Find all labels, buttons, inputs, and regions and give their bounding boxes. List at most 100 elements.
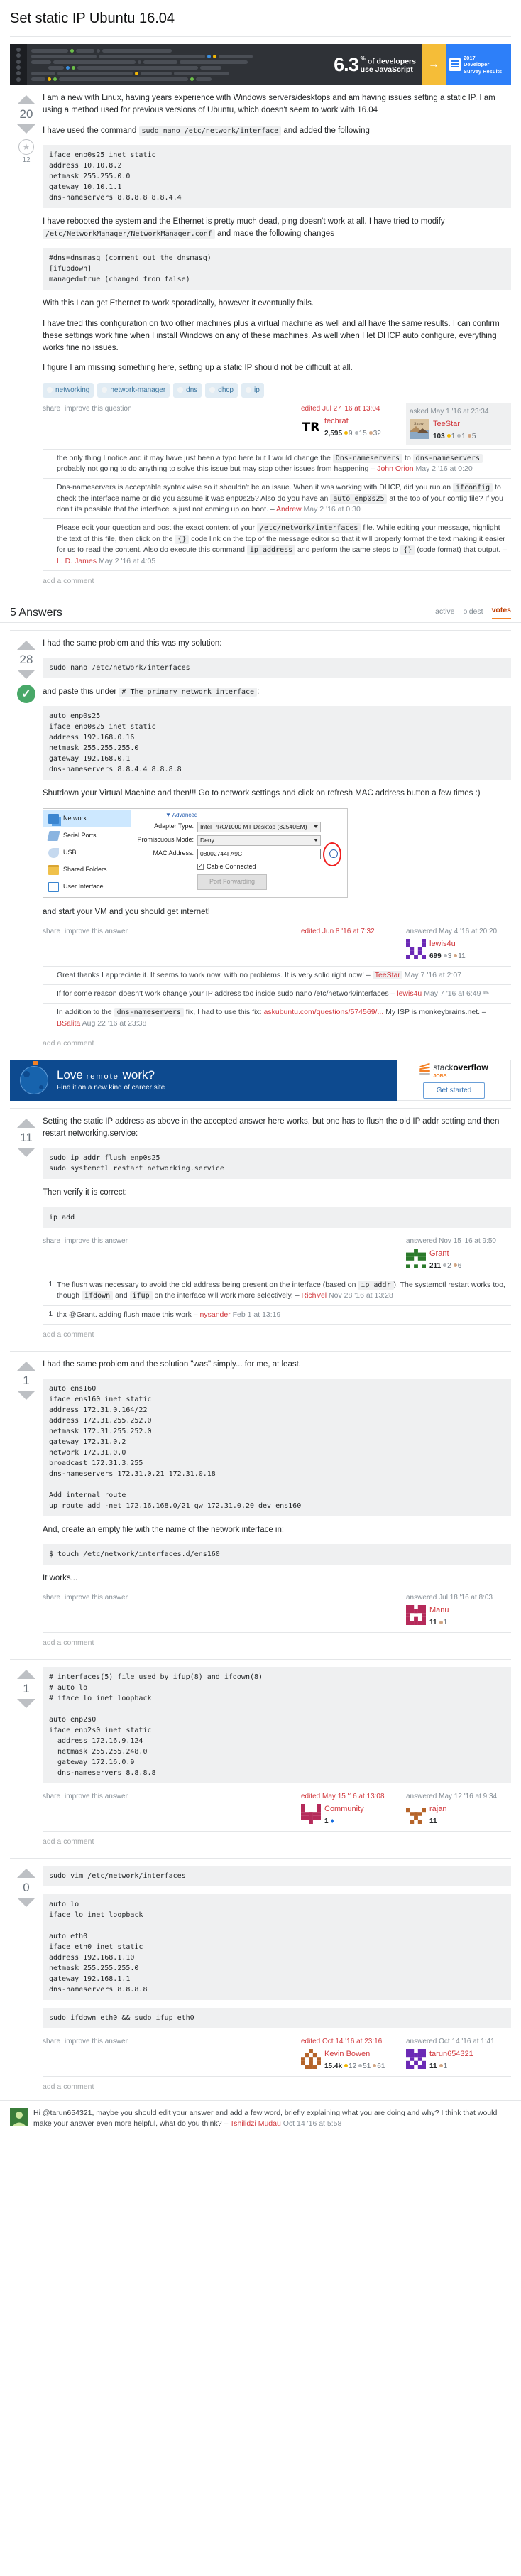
favorite-count: 12 — [22, 156, 31, 164]
share-link[interactable]: share — [43, 1237, 60, 1245]
share-link[interactable]: share — [43, 928, 60, 935]
vbox-nav-usb[interactable]: USB — [43, 844, 131, 862]
editor-username[interactable]: techraf — [324, 417, 349, 425]
vbox-select[interactable]: Deny — [197, 835, 321, 846]
svg-text:TR: TR — [302, 420, 320, 435]
downvote-button[interactable] — [17, 1147, 35, 1157]
cable-connected-checkbox[interactable]: ✓ — [197, 863, 204, 870]
chevron-down-icon — [314, 825, 318, 829]
vbox-nav-shared-folders[interactable]: Shared Folders — [43, 862, 131, 879]
comment-link[interactable]: askubuntu.com/questions/574569/... — [264, 1008, 384, 1016]
answer-actions: share improve this answer — [43, 2036, 301, 2047]
answer-editor-username[interactable]: Kevin Bowen — [324, 2050, 370, 2058]
comment-username[interactable]: RichVel — [302, 1291, 327, 1300]
comment-username[interactable]: nysander — [200, 1310, 231, 1319]
question-asker-card[interactable]: asked May 1 '16 at 23:34 Snow TeeStar 10… — [406, 403, 511, 445]
improve-answer-link[interactable]: improve this answer — [65, 1237, 128, 1245]
vbox-advanced-toggle[interactable]: ▼ Advanced — [165, 811, 343, 820]
upvote-button[interactable] — [17, 1118, 35, 1128]
add-comment-link[interactable]: add a comment — [43, 570, 511, 590]
add-comment-link[interactable]: add a comment — [43, 2075, 511, 2096]
answer-editor-card[interactable]: edited May 15 '16 at 13:08 Community 1 ♦ — [301, 1791, 406, 1827]
answer-author-card[interactable]: answered May 4 '16 at 20:20 lewis4u 699 3 11 — [406, 926, 511, 962]
answer-sort-tabs: active oldest votes — [435, 606, 511, 619]
avatar — [406, 1248, 426, 1268]
answer-author-username[interactable]: tarun654321 — [429, 2050, 473, 2058]
answer-author-username[interactable]: lewis4u — [429, 940, 456, 948]
vbox-nav-network[interactable]: Network — [43, 810, 131, 827]
answer-author-card[interactable]: answered Nov 15 '16 at 9:50 Grant 211 2 6 — [406, 1236, 511, 1271]
answer-author-username[interactable]: Grant — [429, 1249, 449, 1258]
downvote-button[interactable] — [17, 669, 35, 679]
upvote-button[interactable] — [17, 640, 35, 650]
tag-network-manager[interactable]: network-manager — [97, 382, 170, 398]
comment-text: My ISP is monkeybrains.net. – — [383, 1008, 486, 1017]
add-comment-link[interactable]: add a comment — [43, 1033, 511, 1053]
tag-ip[interactable]: ip — [241, 382, 264, 398]
answer-author-card[interactable]: answered Oct 14 '16 at 1:41 tarun654321 11… — [406, 2036, 511, 2072]
share-link[interactable]: share — [43, 1793, 60, 1800]
ad-survey-badge[interactable]: 2017 Developer Survey Results — [446, 44, 511, 85]
answer-author-card[interactable]: answered May 12 '16 at 9:34 rajan 11 — [406, 1791, 511, 1827]
add-comment-link[interactable]: add a comment — [43, 1323, 511, 1344]
vbox-nav-user-interface[interactable]: User Interface — [43, 879, 131, 896]
upvote-button[interactable] — [17, 1868, 35, 1878]
add-comment-link[interactable]: add a comment — [43, 1831, 511, 1851]
answer-code-block: sudo nano /etc/network/interfaces — [43, 658, 511, 679]
downvote-button[interactable] — [17, 1699, 35, 1709]
improve-answer-link[interactable]: improve this answer — [65, 1594, 128, 1602]
sort-tab-votes[interactable]: votes — [491, 606, 511, 619]
upvote-button[interactable] — [17, 1670, 35, 1680]
answer-paragraph: And, create an empty file with the name … — [43, 1525, 285, 1534]
rep-value: 15.4k — [324, 2062, 343, 2070]
answer-editor-timestamp: edited May 15 '16 at 13:08 — [301, 1793, 385, 1801]
comment-username[interactable]: BSalita — [57, 1019, 80, 1028]
answer-paragraph: I had the same problem and the solution … — [43, 1359, 301, 1369]
tag-dhcp[interactable]: dhcp — [205, 382, 238, 398]
favorite-star-icon[interactable]: ★ — [18, 139, 34, 155]
tag-networking[interactable]: networking — [43, 382, 94, 398]
comment-username[interactable]: lewis4u — [397, 989, 422, 998]
jobs-ad-banner[interactable]: Love remote work? Find it on a new kind o… — [10, 1059, 511, 1101]
comment-username[interactable]: TeeStar — [372, 970, 402, 979]
comment-username[interactable]: Tshilidzi Mudau — [230, 2119, 281, 2128]
sort-tab-oldest[interactable]: oldest — [464, 607, 483, 619]
improve-question-link[interactable]: improve this question — [65, 405, 132, 413]
upvote-button[interactable] — [17, 1361, 35, 1371]
brand-sub: JOBS — [433, 1074, 447, 1080]
inline-code: {} — [400, 545, 415, 555]
comment-username[interactable]: John Orion — [377, 464, 413, 473]
answer-editor-card[interactable]: edited Jun 8 '16 at 7:32 — [301, 926, 406, 939]
sort-tab-active[interactable]: active — [435, 607, 454, 619]
get-started-button[interactable]: Get started — [422, 1082, 486, 1099]
port-forwarding-button[interactable]: Port Forwarding — [197, 874, 268, 890]
answer-editor-card[interactable]: edited Oct 14 '16 at 23:16 Kevin Bowen 15.… — [301, 2036, 406, 2072]
upvote-button[interactable] — [17, 95, 35, 104]
answer-author-username[interactable]: Manu — [429, 1606, 449, 1614]
tag-dns[interactable]: dns — [173, 382, 202, 398]
comment-username[interactable]: L. D. James — [57, 557, 97, 565]
top-ad-banner[interactable]: 6.3 % of developers use JavaScript → 201… — [10, 44, 511, 85]
vbox-select[interactable]: Intel PRO/1000 MT Desktop (82540EM) — [197, 821, 321, 832]
vbox-nav-serial-ports[interactable]: Serial Ports — [43, 827, 131, 844]
question-editor-card[interactable]: edited Jul 27 '16 at 13:04 TR techraf 2,… — [301, 403, 406, 439]
answer-author-card[interactable]: answered Jul 18 '16 at 8:03 Manu 11 1 — [406, 1592, 511, 1628]
share-link[interactable]: share — [43, 1594, 60, 1602]
answer-editor-username[interactable]: Community — [324, 1805, 364, 1813]
improve-answer-link[interactable]: improve this answer — [65, 1793, 128, 1800]
improve-answer-link[interactable]: improve this answer — [65, 2038, 128, 2045]
improve-answer-link[interactable]: improve this answer — [65, 928, 128, 935]
answer-paragraph: and start your VM and you should get int… — [43, 907, 210, 916]
comment-username[interactable]: Andrew — [276, 505, 302, 513]
downvote-button[interactable] — [17, 1897, 35, 1907]
asker-username[interactable]: TeeStar — [433, 420, 460, 428]
downvote-button[interactable] — [17, 124, 35, 134]
share-link[interactable]: share — [43, 2038, 60, 2045]
answer-author-username[interactable]: rajan — [429, 1805, 446, 1813]
asker-rep-value: 103 — [433, 432, 445, 440]
question-actions: share improve this question — [43, 403, 301, 414]
mac-address-input[interactable]: 08002744FA9C — [197, 848, 321, 859]
share-link[interactable]: share — [43, 405, 60, 413]
downvote-button[interactable] — [17, 1390, 35, 1400]
add-comment-link[interactable]: add a comment — [43, 1632, 511, 1652]
